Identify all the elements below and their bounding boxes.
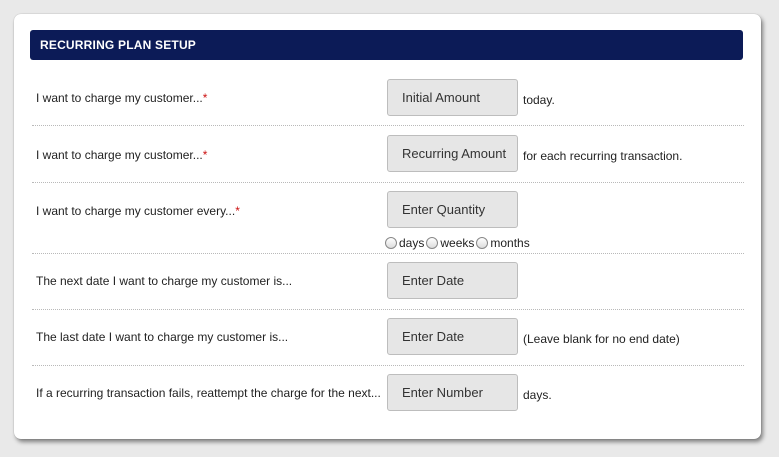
radio-option-months[interactable]: months (476, 236, 530, 250)
row-label: I want to charge my customer...* (36, 91, 207, 105)
initial-amount-input[interactable] (387, 79, 518, 116)
row-label: The last date I want to charge my custom… (36, 330, 288, 344)
section-header: RECURRING PLAN SETUP (30, 30, 743, 60)
last-date-input[interactable] (387, 318, 518, 355)
form-row-initial-amount: I want to charge my customer...* today. (32, 69, 744, 126)
row-label-text: I want to charge my customer every... (36, 204, 236, 218)
radio-label: days (399, 236, 425, 250)
row-label-text: The next date I want to charge my custom… (36, 274, 293, 288)
row-suffix: (Leave blank for no end date) (523, 332, 680, 346)
radio-months[interactable] (476, 237, 489, 249)
form-row-recurring-amount: I want to charge my customer...* for eac… (32, 126, 744, 183)
radio-label: weeks (440, 236, 475, 250)
row-label: The next date I want to charge my custom… (36, 274, 292, 288)
required-marker: * (202, 91, 208, 105)
row-label: If a recurring transaction fails, reatte… (36, 386, 381, 400)
required-marker: * (235, 204, 240, 218)
row-label: I want to charge my customer every...* (36, 204, 240, 218)
recurring-amount-input[interactable] (387, 135, 518, 172)
row-label: I want to charge my customer...* (36, 148, 207, 162)
form-row-retry-days: If a recurring transaction fails, reatte… (32, 366, 744, 426)
form-row-last-date: The last date I want to charge my custom… (32, 310, 744, 366)
row-suffix: for each recurring transaction. (523, 149, 683, 163)
row-label-text: The last date I want to charge my custom… (36, 330, 289, 344)
form-row-frequency: I want to charge my customer every...* d… (32, 183, 744, 254)
radio-option-days[interactable]: days (385, 236, 424, 250)
row-label-text: If a recurring transaction fails, reatte… (36, 386, 381, 400)
next-date-input[interactable] (387, 262, 518, 299)
form-row-next-date: The next date I want to charge my custom… (32, 254, 744, 310)
quantity-input[interactable] (387, 191, 518, 228)
radio-weeks[interactable] (426, 237, 439, 249)
radio-option-weeks[interactable]: weeks (426, 236, 474, 250)
radio-days[interactable] (385, 237, 397, 249)
radio-label: months (490, 236, 530, 250)
row-label-text: I want to charge my customer... (36, 148, 203, 162)
required-marker: * (202, 148, 208, 162)
frequency-radio-group: days weeks months (385, 236, 532, 250)
row-label-text: I want to charge my customer... (36, 91, 203, 105)
row-suffix: days. (523, 388, 552, 402)
recurring-plan-card: RECURRING PLAN SETUP I want to charge my… (14, 14, 761, 439)
retry-days-input[interactable] (387, 374, 518, 411)
row-suffix: today. (523, 93, 555, 107)
